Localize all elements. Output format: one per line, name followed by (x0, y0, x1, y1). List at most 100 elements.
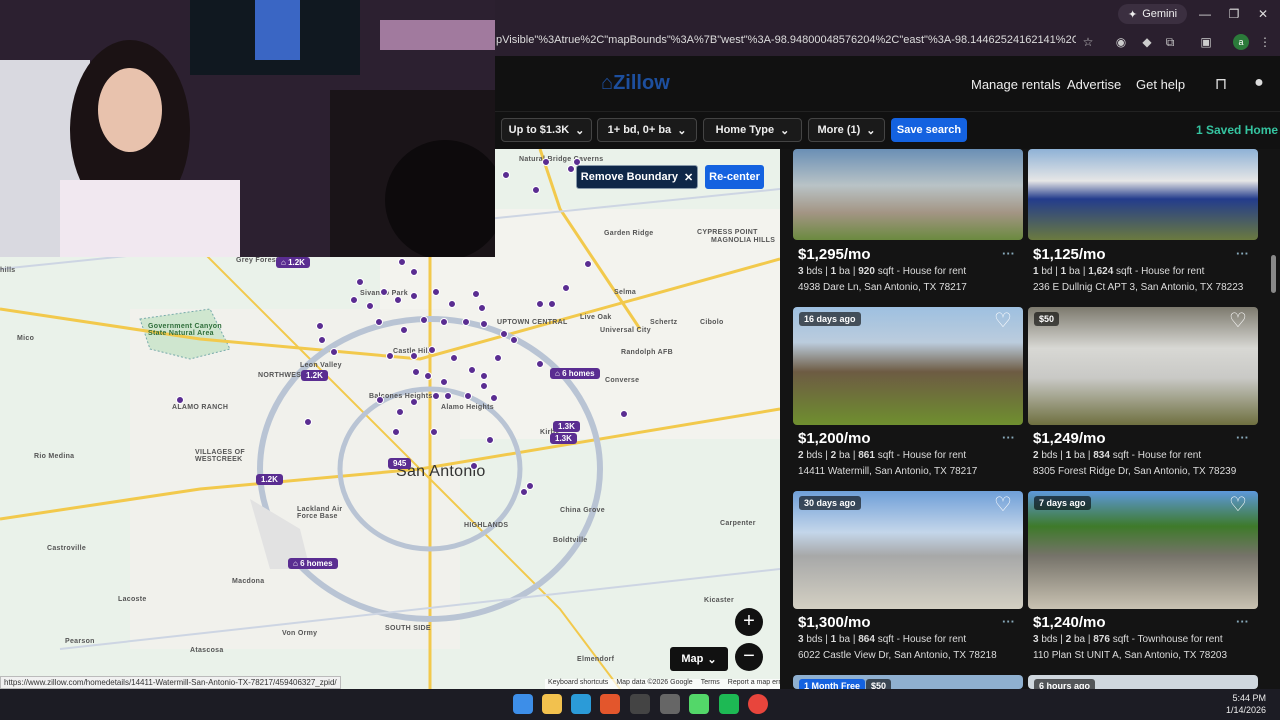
zillow-logo[interactable]: ⌂Zillow (601, 72, 670, 95)
bookmark-star-icon[interactable]: ☆ (1079, 33, 1097, 51)
listing-marker[interactable] (410, 292, 418, 300)
report-error-link[interactable]: Report a map error (728, 679, 787, 689)
more-options-icon[interactable]: ··· (1236, 614, 1249, 629)
listing-marker[interactable] (450, 354, 458, 362)
listing-marker[interactable] (392, 428, 400, 436)
listing-photo[interactable] (793, 149, 1023, 240)
favorite-heart-icon[interactable]: ♡ (1229, 308, 1247, 333)
listing-marker[interactable] (318, 336, 326, 344)
listings-scrollbar[interactable] (1269, 149, 1280, 689)
listing-marker[interactable] (424, 372, 432, 380)
favorite-heart-icon[interactable]: ♡ (1229, 492, 1247, 517)
listing-marker[interactable] (584, 260, 592, 268)
more-options-icon[interactable]: ··· (1236, 246, 1249, 261)
listing-marker[interactable] (480, 372, 488, 380)
url-text[interactable]: pVisible"%3Atrue%2C"mapBounds"%3A%7B"wes… (496, 34, 1076, 46)
zoom-out-button[interactable]: − (735, 643, 763, 671)
sidebar-icon[interactable]: ▣ (1197, 33, 1215, 51)
listing-marker[interactable] (376, 396, 384, 404)
listing-marker[interactable] (500, 330, 508, 338)
more-options-icon[interactable]: ··· (1236, 430, 1249, 445)
listing-marker[interactable] (350, 296, 358, 304)
home-type-filter[interactable]: Home Type ⌄ (703, 118, 802, 142)
windows-start-icon[interactable] (513, 694, 533, 714)
listing-marker[interactable] (470, 462, 478, 470)
listing-marker[interactable] (536, 360, 544, 368)
profile-avatar[interactable]: a (1233, 34, 1249, 50)
listing-marker[interactable] (410, 398, 418, 406)
close-window-button[interactable]: ✕ (1248, 5, 1278, 23)
listing-photo[interactable] (1028, 307, 1258, 425)
get-help-link[interactable]: Get help (1136, 77, 1185, 92)
puzzle-icon[interactable]: ⧉ (1161, 33, 1179, 51)
maximize-button[interactable]: ❐ (1219, 5, 1249, 23)
listing-price[interactable]: $1,295/mo (798, 246, 871, 263)
listing-address[interactable]: 8305 Forest Ridge Dr, San Antonio, TX 78… (1033, 466, 1236, 477)
listing-marker[interactable] (440, 318, 448, 326)
listing-marker[interactable] (464, 392, 472, 400)
scrollbar-thumb[interactable] (1271, 255, 1276, 293)
listing-marker[interactable] (432, 392, 440, 400)
zoom-in-button[interactable]: + (735, 608, 763, 636)
edge-icon[interactable] (571, 694, 591, 714)
listing-marker[interactable] (502, 171, 510, 179)
listing-marker[interactable] (542, 158, 550, 166)
listing-address[interactable]: 6022 Castle View Dr, San Antonio, TX 782… (798, 650, 997, 661)
listing-marker[interactable] (420, 316, 428, 324)
favorite-heart-icon[interactable]: ♡ (994, 308, 1012, 333)
listing-marker[interactable] (468, 366, 476, 374)
listing-price[interactable]: $1,200/mo (798, 430, 871, 447)
brave-icon[interactable] (600, 694, 620, 714)
listing-marker[interactable] (176, 396, 184, 404)
listing-marker[interactable] (462, 318, 470, 326)
listing-marker[interactable] (486, 436, 494, 444)
listing-address[interactable]: 4938 Dare Ln, San Antonio, TX 78217 (798, 282, 967, 293)
app-icon[interactable] (689, 694, 709, 714)
listing-marker[interactable] (548, 300, 556, 308)
listing-marker[interactable] (316, 322, 324, 330)
recenter-button[interactable]: Re-center (705, 165, 764, 189)
manage-rentals-link[interactable]: Manage rentals (971, 77, 1061, 92)
listing-marker[interactable] (432, 288, 440, 296)
file-explorer-icon[interactable] (542, 694, 562, 714)
listing-price[interactable]: $1,240/mo (1033, 614, 1106, 631)
listing-marker[interactable] (440, 378, 448, 386)
listing-marker[interactable] (620, 410, 628, 418)
listing-marker[interactable] (356, 278, 364, 286)
menu-dots-icon[interactable]: ⋮ (1256, 33, 1274, 51)
listing-marker[interactable] (386, 352, 394, 360)
listing-marker[interactable] (366, 302, 374, 310)
listing-marker[interactable] (494, 354, 502, 362)
map-cluster[interactable]: ⌂ 6 homes (288, 558, 338, 569)
beds-filter[interactable]: 1+ bd, 0+ ba ⌄ (597, 118, 697, 142)
map-cluster[interactable]: ⌂ 6 homes (550, 368, 600, 379)
listing-marker[interactable] (520, 488, 528, 496)
listing-marker[interactable] (480, 320, 488, 328)
map-cluster[interactable]: ⌂ 1.2K (276, 257, 310, 268)
listing-marker[interactable] (380, 288, 388, 296)
listing-price[interactable]: $1,249/mo (1033, 430, 1106, 447)
price-filter[interactable]: Up to $1.3K ⌄ (501, 118, 592, 142)
more-options-icon[interactable]: ··· (1002, 246, 1015, 261)
listing-marker[interactable] (396, 408, 404, 416)
inbox-icon[interactable]: ⊓ (1210, 74, 1232, 96)
extension-icon[interactable]: ◉ (1112, 33, 1130, 51)
listing-photo[interactable] (1028, 149, 1258, 240)
favorite-heart-icon[interactable]: ♡ (994, 492, 1012, 517)
listing-marker[interactable] (510, 336, 518, 344)
listing-price[interactable]: $1,125/mo (1033, 246, 1106, 263)
map-type-selector[interactable]: Map ⌄ (670, 647, 728, 671)
system-clock[interactable]: 5:44 PM 1/14/2026 (1226, 692, 1266, 716)
listing-marker[interactable] (480, 382, 488, 390)
listing-address[interactable]: 110 Plan St UNIT A, San Antonio, TX 7820… (1033, 650, 1227, 661)
listing-marker[interactable] (448, 300, 456, 308)
keyboard-shortcuts-link[interactable]: Keyboard shortcuts (548, 679, 608, 689)
listing-marker[interactable] (532, 186, 540, 194)
user-icon[interactable]: ● (1248, 74, 1270, 96)
save-search-button[interactable]: Save search (891, 118, 967, 142)
listing-marker[interactable] (410, 352, 418, 360)
map-cluster[interactable]: 1.2K (301, 370, 328, 381)
extension-icon[interactable]: ◆ (1138, 33, 1156, 51)
map-cluster[interactable]: 945 (388, 458, 412, 469)
listing-marker[interactable] (562, 284, 570, 292)
